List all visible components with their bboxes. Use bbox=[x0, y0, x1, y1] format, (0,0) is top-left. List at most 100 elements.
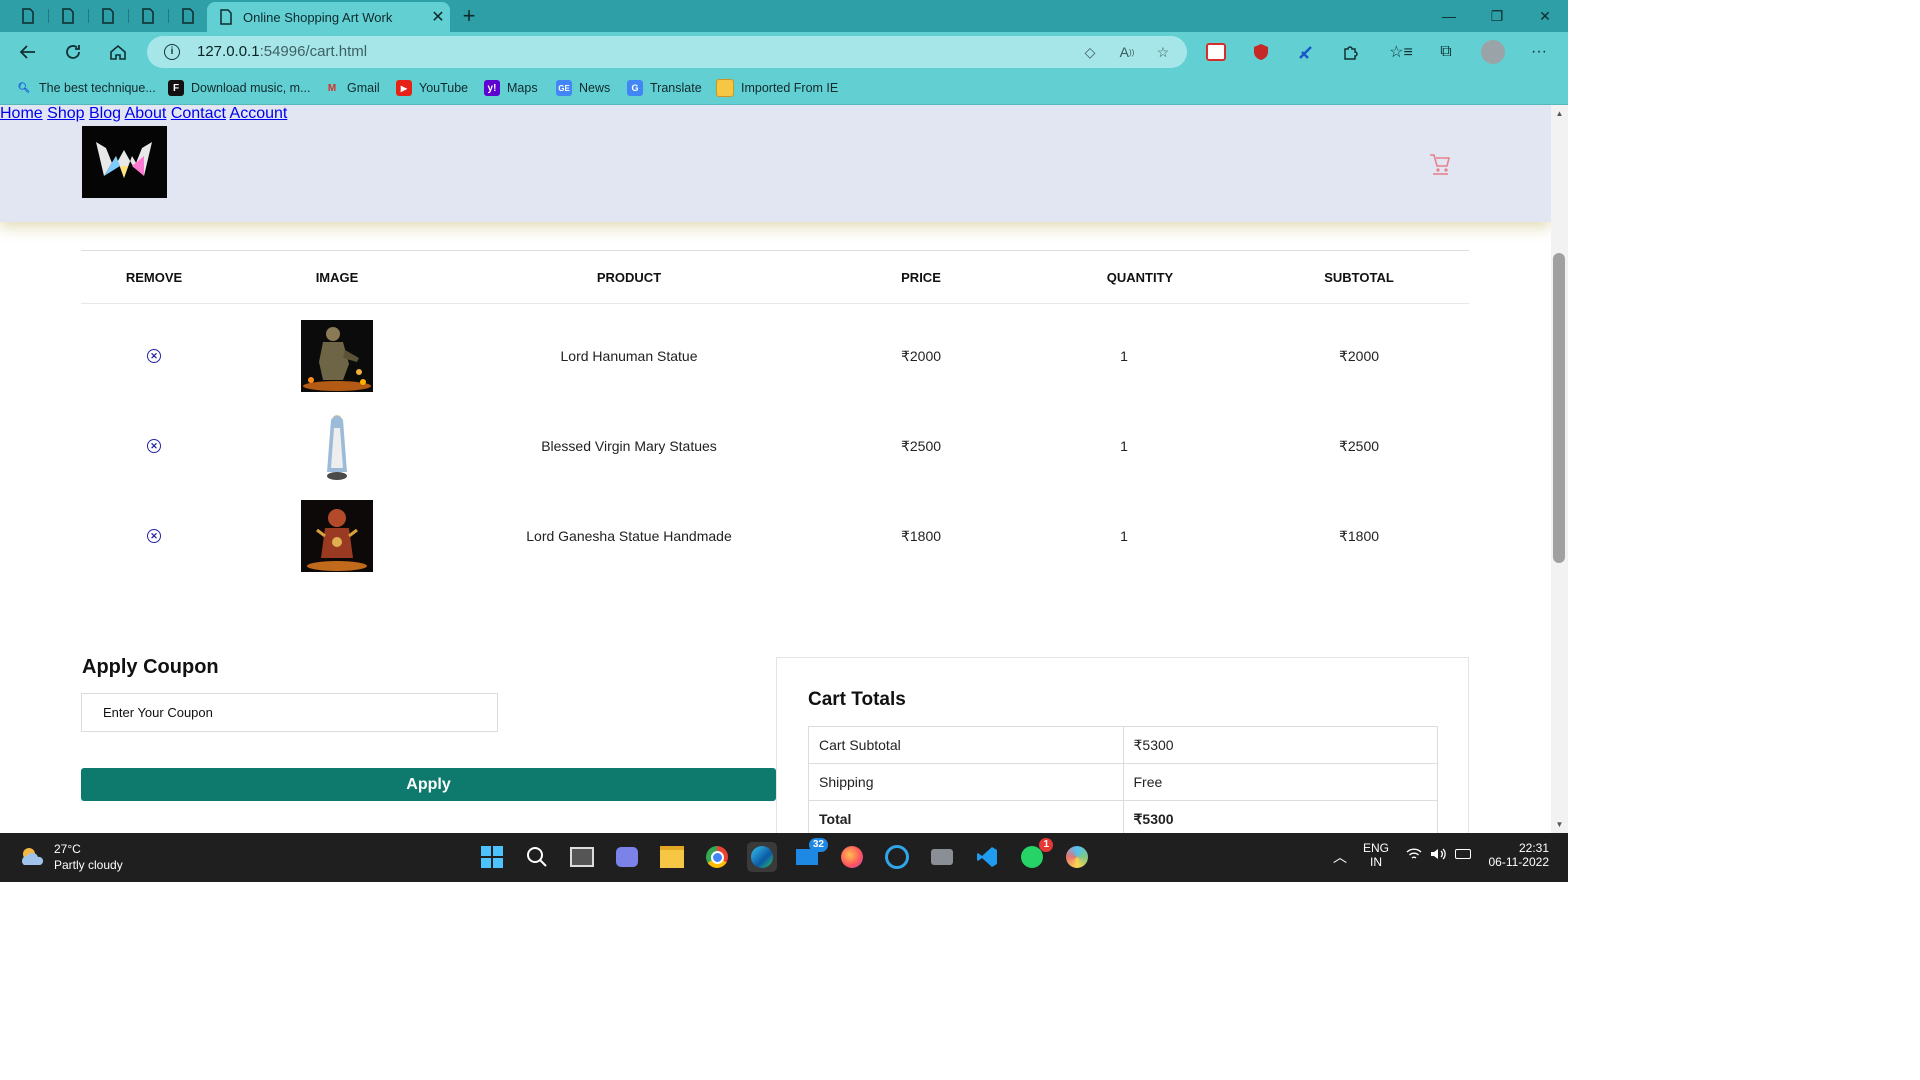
totals-label: Shipping bbox=[808, 763, 1124, 801]
mail-icon[interactable]: 32 bbox=[792, 838, 828, 872]
main-nav: Home Shop Blog About Contact Account bbox=[0, 105, 1551, 123]
product-price: ₹2500 bbox=[900, 437, 942, 454]
tab-page-icon[interactable] bbox=[10, 4, 46, 28]
scroll-down-arrow-icon[interactable]: ▼ bbox=[1551, 820, 1568, 829]
weather-condition: Partly cloudy bbox=[54, 858, 123, 872]
chevron-up-icon[interactable]: ︿ bbox=[1333, 847, 1347, 867]
product-name[interactable]: Lord Hanuman Statue bbox=[561, 316, 698, 396]
cart-icon[interactable] bbox=[1429, 152, 1451, 176]
teams-chat-icon[interactable] bbox=[612, 842, 642, 872]
paint-icon[interactable] bbox=[1062, 842, 1092, 872]
product-name[interactable]: Blessed Virgin Mary Statues bbox=[541, 406, 717, 486]
home-icon[interactable] bbox=[102, 36, 134, 68]
pocket-extension-icon[interactable] bbox=[1200, 36, 1232, 68]
pen-extension-icon[interactable] bbox=[1290, 36, 1322, 68]
nav-home[interactable]: Home bbox=[0, 105, 43, 122]
battery-icon[interactable] bbox=[1455, 849, 1471, 859]
product-quantity[interactable]: 1 bbox=[1120, 406, 1128, 486]
search-taskbar-icon[interactable] bbox=[522, 842, 552, 872]
apply-coupon-button[interactable]: Apply bbox=[81, 768, 776, 801]
bookmark-item[interactable]: F Download music, m... bbox=[168, 79, 310, 97]
remove-item-icon[interactable]: ✕ bbox=[147, 529, 161, 543]
header-image: IMAGE bbox=[315, 270, 359, 285]
read-aloud-icon[interactable]: A)) bbox=[1115, 40, 1139, 64]
whatsapp-icon[interactable]: 1 bbox=[1017, 838, 1053, 872]
favorites-icon[interactable]: ☆≡ bbox=[1385, 36, 1417, 68]
coupon-input[interactable] bbox=[81, 693, 498, 732]
close-tab-icon[interactable]: ✕ bbox=[426, 7, 450, 27]
active-tab[interactable]: Online Shopping Art Work ✕ bbox=[207, 2, 450, 32]
product-quantity[interactable]: 1 bbox=[1120, 496, 1128, 576]
collections-icon[interactable]: ⧉ bbox=[1430, 36, 1462, 68]
tab-page-icon[interactable] bbox=[130, 4, 166, 28]
video-editor-icon[interactable] bbox=[927, 842, 957, 872]
volume-icon[interactable] bbox=[1430, 847, 1446, 864]
extensions-puzzle-icon[interactable] bbox=[1335, 36, 1367, 68]
refresh-icon[interactable] bbox=[57, 36, 89, 68]
page-scrollbar[interactable]: ▲ ▼ bbox=[1551, 105, 1568, 833]
tab-divider bbox=[88, 9, 89, 23]
tab-page-icon[interactable] bbox=[50, 4, 86, 28]
wifi-icon[interactable] bbox=[1406, 847, 1422, 864]
bookmark-item[interactable]: ▶ YouTube bbox=[396, 79, 468, 97]
address-bar[interactable]: i 127.0.0.1:54996/cart.html ◇ A)) ☆ bbox=[147, 36, 1187, 68]
language-indicator[interactable]: ENG IN bbox=[1363, 841, 1389, 869]
close-window-button[interactable]: ✕ bbox=[1522, 0, 1568, 32]
weather-widget[interactable]: 27°C Partly cloudy bbox=[18, 841, 123, 873]
more-menu-icon[interactable]: ··· bbox=[1523, 36, 1555, 68]
remove-item-icon[interactable]: ✕ bbox=[147, 439, 161, 453]
bookmark-item[interactable]: GE News bbox=[556, 79, 610, 97]
nav-about[interactable]: About bbox=[125, 105, 167, 122]
product-image-hanuman[interactable] bbox=[301, 320, 373, 392]
new-tab-button[interactable]: + bbox=[456, 4, 482, 28]
tab-divider bbox=[168, 9, 169, 23]
product-name[interactable]: Lord Ganesha Statue Handmade bbox=[526, 496, 731, 576]
nav-contact[interactable]: Contact bbox=[171, 105, 226, 122]
task-view-icon[interactable] bbox=[567, 842, 597, 872]
edge-icon[interactable] bbox=[747, 842, 777, 872]
back-arrow-icon[interactable] bbox=[12, 36, 44, 68]
nav-blog[interactable]: Blog bbox=[89, 105, 121, 122]
product-quantity[interactable]: 1 bbox=[1120, 316, 1128, 396]
nav-shop[interactable]: Shop bbox=[47, 105, 84, 122]
vscode-icon[interactable] bbox=[972, 842, 1002, 872]
remove-item-icon[interactable]: ✕ bbox=[147, 349, 161, 363]
bookmark-item[interactable]: Imported From IE bbox=[716, 79, 838, 97]
chrome-icon[interactable] bbox=[702, 842, 732, 872]
weather-temperature: 27°C bbox=[54, 842, 81, 856]
bookmark-item[interactable]: 🔍︎ The best technique... bbox=[16, 79, 156, 97]
totals-row: Total ₹5300 bbox=[808, 800, 1438, 833]
windows-start-icon[interactable] bbox=[477, 842, 507, 872]
restore-button[interactable]: ❐ bbox=[1474, 0, 1520, 32]
tag-icon[interactable]: ◇ bbox=[1078, 40, 1102, 64]
scroll-up-arrow-icon[interactable]: ▲ bbox=[1551, 109, 1568, 118]
site-logo[interactable] bbox=[82, 126, 167, 198]
clock[interactable]: 22:31 06-11-2022 bbox=[1487, 841, 1550, 869]
tab-page-icon[interactable] bbox=[90, 4, 126, 28]
nav-account[interactable]: Account bbox=[230, 105, 288, 122]
minimize-button[interactable]: ― bbox=[1426, 0, 1472, 32]
favorite-star-icon[interactable]: ☆ bbox=[1151, 40, 1175, 64]
cart-totals-heading: Cart Totals bbox=[808, 689, 906, 710]
product-image-ganesha[interactable] bbox=[301, 500, 373, 572]
gmail-icon: M bbox=[327, 82, 337, 94]
cortana-icon[interactable] bbox=[882, 842, 912, 872]
product-subtotal: ₹2000 bbox=[1338, 347, 1380, 364]
cart-totals-panel: Cart Totals Cart Subtotal ₹5300 Shipping… bbox=[776, 657, 1469, 833]
bookmark-item[interactable]: M Gmail bbox=[324, 79, 380, 97]
shield-extension-icon[interactable] bbox=[1245, 36, 1277, 68]
product-image-mary[interactable] bbox=[301, 410, 373, 482]
whatsapp-badge: 1 bbox=[1039, 838, 1053, 852]
clock-date: 06-11-2022 bbox=[1488, 855, 1550, 869]
firefox-icon[interactable] bbox=[837, 842, 867, 872]
bookmark-item[interactable]: G Translate bbox=[627, 79, 702, 97]
bookmark-item[interactable]: y! Maps bbox=[484, 79, 538, 97]
product-subtotal: ₹2500 bbox=[1338, 437, 1380, 454]
tab-page-icon[interactable] bbox=[170, 4, 206, 28]
profile-avatar[interactable] bbox=[1477, 36, 1509, 68]
site-info-icon[interactable]: i bbox=[164, 44, 180, 60]
scrollbar-thumb[interactable] bbox=[1553, 253, 1565, 563]
file-explorer-icon[interactable] bbox=[657, 842, 687, 872]
site-header: Home Shop Blog About Contact Account bbox=[0, 105, 1551, 222]
youtube-icon: ▶ bbox=[396, 80, 412, 96]
